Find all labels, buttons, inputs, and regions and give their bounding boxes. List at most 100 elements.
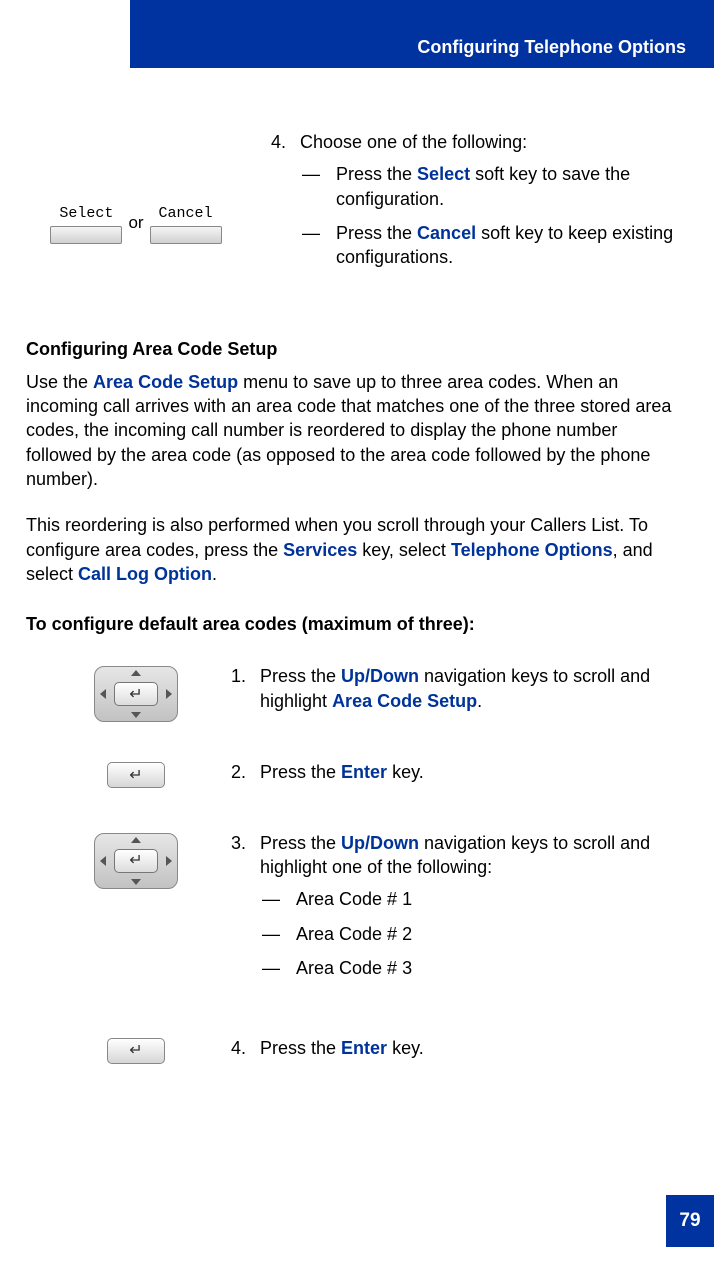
step4-text: 4. Choose one of the following: — Press …	[266, 130, 688, 287]
nav-left-icon	[100, 689, 106, 699]
step4b-content: Press the Enter key.	[260, 1036, 688, 1060]
step3-opt3: — Area Code # 3	[260, 956, 688, 980]
step2-content: Press the Enter key.	[260, 760, 688, 784]
text: Press the	[260, 762, 341, 782]
page-content: Select or Cancel 4. Choose one of the fo…	[0, 0, 714, 1069]
nav-right-icon	[166, 689, 172, 699]
step1-marker: 1.	[226, 664, 246, 713]
nav-left-icon	[100, 856, 106, 866]
dash-icon: —	[300, 162, 322, 211]
text: Press the	[260, 1038, 341, 1058]
select-softkey-label: Select	[59, 204, 113, 224]
step4b-icon-col: ↵	[86, 1036, 186, 1064]
subheading: To configure default area codes (maximum…	[26, 612, 688, 636]
section-para1: Use the Area Code Setup menu to save up …	[26, 370, 688, 491]
section-heading: Configuring Area Code Setup	[26, 337, 688, 361]
dash-icon: —	[260, 887, 282, 911]
step4-intro: Choose one of the following:	[300, 130, 688, 154]
step3-sublist: — Area Code # 1 — Area Code # 2 — Area C…	[260, 887, 688, 980]
step4-opt-a: — Press the Select soft key to save the …	[300, 162, 688, 211]
dash-icon: —	[260, 922, 282, 946]
or-text: or	[128, 212, 143, 235]
step4-marker: 4.	[266, 130, 286, 279]
select-keyword: Select	[417, 164, 470, 184]
text: Press the	[336, 223, 417, 243]
step1-icon-col: ↵	[86, 664, 186, 722]
nav-enter-icon: ↵	[114, 849, 158, 873]
text: Press the	[260, 833, 341, 853]
header-bar: Configuring Telephone Options	[130, 0, 714, 68]
cancel-softkey-label: Cancel	[159, 204, 213, 224]
text: key, select	[357, 540, 451, 560]
nav-cluster-icon: ↵	[94, 666, 178, 722]
step4-item: 4. Choose one of the following: — Press …	[266, 130, 688, 279]
nav-down-icon	[131, 712, 141, 718]
step3-opt1: — Area Code # 1	[260, 887, 688, 911]
step1-row: ↵ 1. Press the Up/Down navigation keys t…	[86, 664, 688, 722]
area-code-setup-link: Area Code Setup	[93, 372, 238, 392]
step3-opt2-text: Area Code # 2	[296, 922, 688, 946]
step1-text: 1. Press the Up/Down navigation keys to …	[226, 664, 688, 721]
text: .	[212, 564, 217, 584]
step4-opt-b: — Press the Cancel soft key to keep exis…	[300, 221, 688, 270]
step4b-marker: 4.	[226, 1036, 246, 1060]
step4-sublist: — Press the Select soft key to save the …	[300, 162, 688, 269]
step3-opt2: — Area Code # 2	[260, 922, 688, 946]
step2-icon-col: ↵	[86, 760, 186, 788]
nav-cluster-icon: ↵	[94, 833, 178, 889]
section-para2: This reordering is also performed when y…	[26, 513, 688, 586]
step3-icon-col: ↵	[86, 831, 186, 889]
step3-row: ↵ 3. Press the Up/Down navigation keys t…	[86, 831, 688, 998]
text: key.	[387, 1038, 424, 1058]
enter-keyword: Enter	[341, 762, 387, 782]
softkey-group: Select or Cancel	[26, 130, 246, 287]
step3-text: 3. Press the Up/Down navigation keys to …	[226, 831, 688, 998]
step1-content: Press the Up/Down navigation keys to scr…	[260, 664, 688, 713]
step3-marker: 3.	[226, 831, 246, 990]
enter-key-icon: ↵	[107, 1038, 165, 1064]
enter-keyword: Enter	[341, 1038, 387, 1058]
nav-down-icon	[131, 879, 141, 885]
step4b-text: 4. Press the Enter key.	[226, 1036, 688, 1068]
select-softkey-icon	[50, 226, 122, 244]
dash-icon: —	[260, 956, 282, 980]
nav-up-icon	[131, 670, 141, 676]
updown-keyword: Up/Down	[341, 666, 419, 686]
text: Press the	[336, 164, 417, 184]
text: Press the	[260, 666, 341, 686]
dash-icon: —	[300, 221, 322, 270]
step3-item: 3. Press the Up/Down navigation keys to …	[226, 831, 688, 990]
step2-text: 2. Press the Enter key.	[226, 760, 688, 792]
nav-up-icon	[131, 837, 141, 843]
cancel-keyword: Cancel	[417, 223, 476, 243]
steps-block: ↵ 1. Press the Up/Down navigation keys t…	[26, 664, 688, 1068]
step4-opt-a-content: Press the Select soft key to save the co…	[336, 162, 688, 211]
cancel-softkey-container: Cancel	[150, 204, 222, 244]
text: key.	[387, 762, 424, 782]
area-code-setup-keyword: Area Code Setup	[332, 691, 477, 711]
nav-enter-icon: ↵	[114, 682, 158, 706]
text: Use the	[26, 372, 93, 392]
select-softkey-container: Select	[50, 204, 122, 244]
services-link: Services	[283, 540, 357, 560]
telephone-options-link: Telephone Options	[451, 540, 613, 560]
step4b-item: 4. Press the Enter key.	[226, 1036, 688, 1060]
enter-key-icon: ↵	[107, 762, 165, 788]
step4-opt-b-content: Press the Cancel soft key to keep existi…	[336, 221, 688, 270]
step4b-row: ↵ 4. Press the Enter key.	[86, 1036, 688, 1068]
step2-marker: 2.	[226, 760, 246, 784]
step4-row: Select or Cancel 4. Choose one of the fo…	[26, 130, 688, 287]
text: .	[477, 691, 482, 711]
updown-keyword: Up/Down	[341, 833, 419, 853]
step2-item: 2. Press the Enter key.	[226, 760, 688, 784]
nav-right-icon	[166, 856, 172, 866]
call-log-option-link: Call Log Option	[78, 564, 212, 584]
step1-item: 1. Press the Up/Down navigation keys to …	[226, 664, 688, 713]
step4-content: Choose one of the following: — Press the…	[300, 130, 688, 279]
cancel-softkey-icon	[150, 226, 222, 244]
step3-content: Press the Up/Down navigation keys to scr…	[260, 831, 688, 990]
page-number-tab: 79	[666, 1195, 714, 1247]
page-number: 79	[679, 1210, 700, 1232]
step3-opt3-text: Area Code # 3	[296, 956, 688, 980]
step3-opt1-text: Area Code # 1	[296, 887, 688, 911]
